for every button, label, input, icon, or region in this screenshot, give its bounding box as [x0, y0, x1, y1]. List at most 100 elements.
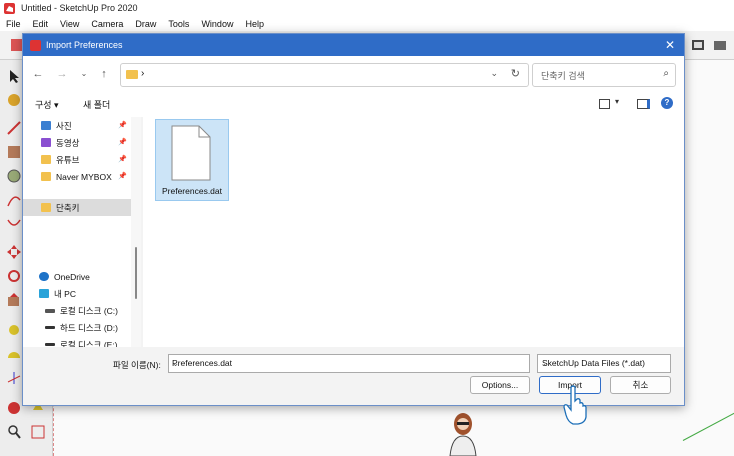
zoom-extents-icon[interactable]: [30, 424, 46, 440]
import-dialog: Import Preferences ✕ ← → ⌄ ↑ › ⌄ ↻ ⌕ 구성 …: [22, 33, 685, 406]
folder-icon: [126, 70, 138, 79]
nav-item-naver-mybox[interactable]: Naver MYBOX 📌: [23, 168, 131, 185]
menu-edit[interactable]: Edit: [27, 19, 55, 29]
pin-icon: 📌: [118, 173, 127, 180]
chevron-down-icon[interactable]: ⌄: [542, 358, 666, 369]
menu-view[interactable]: View: [54, 19, 85, 29]
axes-tool-icon[interactable]: [6, 370, 22, 386]
paint-bucket-icon[interactable]: [6, 92, 22, 108]
nav-item-drive-d[interactable]: 하드 디스크 (D:): [23, 319, 131, 336]
move-tool-icon[interactable]: [6, 244, 22, 260]
menu-camera[interactable]: Camera: [85, 19, 129, 29]
forward-arrow-icon[interactable]: →: [55, 67, 69, 81]
app-menubar: File Edit View Camera Draw Tools Window …: [0, 16, 734, 31]
menu-window[interactable]: Window: [195, 19, 239, 29]
drive-icon: [45, 308, 55, 313]
dialog-titlebar: Import Preferences ✕: [23, 34, 684, 56]
dialog-title: Import Preferences: [46, 40, 123, 50]
zoom-tool-icon[interactable]: [6, 424, 22, 440]
back-arrow-icon[interactable]: ←: [31, 67, 45, 81]
nav-scrollbar-thumb[interactable]: [135, 247, 137, 299]
toolbar-top-view-icon[interactable]: [712, 37, 728, 53]
nav-item-label: 사진: [56, 120, 72, 131]
address-bar[interactable]: › ⌄ ↻: [120, 63, 529, 87]
onedrive-icon: [39, 272, 49, 281]
scale-figure-icon: [449, 413, 477, 456]
drive-icon: [45, 343, 55, 346]
nav-item-label: 동영상: [56, 137, 80, 148]
folder-icon: [41, 172, 51, 181]
nav-item-shortcuts[interactable]: 단축키: [23, 199, 131, 216]
nav-item-photos[interactable]: 사진 📌: [23, 117, 131, 134]
navigation-pane: 사진 📌 동영상 📌 유튜브 📌 Naver MYBOX 📌 단축키 OneDr…: [23, 117, 141, 347]
search-icon[interactable]: ⌕: [663, 68, 669, 79]
app-titlebar: Untitled - SketchUp Pro 2020: [0, 0, 734, 16]
menu-file[interactable]: File: [0, 19, 27, 29]
menu-tools[interactable]: Tools: [162, 19, 195, 29]
toolbar-iso-view-icon[interactable]: [690, 37, 706, 53]
view-dropdown-icon[interactable]: ▾: [615, 97, 619, 106]
nav-item-label: 단축키: [56, 202, 80, 213]
sketchup-dialog-icon: [30, 39, 41, 51]
tape-measure-icon[interactable]: [6, 322, 22, 338]
nav-item-label: 내 PC: [54, 288, 76, 299]
file-list-pane[interactable]: Preferences.dat: [143, 117, 684, 347]
arc-tool-icon[interactable]: [6, 192, 22, 208]
help-icon[interactable]: ?: [661, 97, 673, 109]
folder-icon: [41, 155, 51, 164]
chevron-down-icon[interactable]: ⌄: [490, 68, 498, 79]
recent-dropdown-icon[interactable]: ⌄: [77, 67, 91, 81]
up-arrow-icon[interactable]: ↑: [97, 67, 111, 81]
rotate-tool-icon[interactable]: [6, 268, 22, 284]
push-pull-icon[interactable]: [6, 292, 22, 308]
menu-draw[interactable]: Draw: [129, 19, 162, 29]
new-folder-button[interactable]: 새 폴더: [83, 98, 110, 111]
orbit-tool-icon[interactable]: [6, 400, 22, 416]
pin-icon: 📌: [118, 156, 127, 163]
drive-icon: [45, 326, 55, 329]
nav-item-label: Naver MYBOX: [56, 171, 112, 182]
rectangle-tool-icon[interactable]: [6, 144, 22, 160]
view-mode-icon[interactable]: [599, 99, 610, 109]
options-button[interactable]: Options...: [470, 376, 530, 394]
photos-icon: [41, 121, 51, 130]
filename-field[interactable]: Preferences.dat ⌄: [168, 354, 530, 373]
file-icon: [171, 125, 211, 181]
preview-pane-icon[interactable]: [637, 99, 650, 109]
nav-item-onedrive[interactable]: OneDrive: [23, 268, 131, 285]
navigation-bar: ← → ⌄ ↑ › ⌄ ↻ ⌕: [23, 56, 684, 92]
command-bar: 구성 ▾ 새 폴더 ▾ ?: [23, 92, 684, 117]
circle-tool-icon[interactable]: [6, 168, 22, 184]
cancel-button[interactable]: 취소: [610, 376, 671, 394]
hand-cursor-icon: [563, 385, 587, 425]
sketchup-logo-icon: [4, 2, 15, 14]
nav-item-this-pc[interactable]: 내 PC: [23, 285, 131, 302]
pc-icon: [39, 289, 49, 298]
address-path: ›: [141, 68, 145, 79]
offset-tool-icon[interactable]: [6, 216, 22, 232]
menu-help[interactable]: Help: [239, 19, 270, 29]
nav-scrollbar[interactable]: [131, 117, 141, 347]
select-tool-icon[interactable]: [6, 68, 22, 84]
nav-item-label: OneDrive: [54, 271, 90, 282]
nav-item-label: 로컬 디스크 (E:): [60, 339, 118, 348]
nav-item-label: 하드 디스크 (D:): [60, 322, 118, 333]
nav-item-drive-e[interactable]: 로컬 디스크 (E:): [23, 336, 131, 347]
nav-item-drive-c[interactable]: 로컬 디스크 (C:): [23, 302, 131, 319]
close-icon[interactable]: ✕: [662, 37, 678, 53]
refresh-icon[interactable]: ↻: [511, 67, 520, 80]
nav-item-label: 유튜브: [56, 154, 80, 165]
protractor-icon[interactable]: [6, 346, 22, 362]
nav-item-youtube[interactable]: 유튜브 📌: [23, 151, 131, 168]
nav-item-label: 로컬 디스크 (C:): [60, 305, 118, 316]
search-box[interactable]: ⌕: [532, 63, 676, 87]
green-axis-line: [682, 383, 734, 441]
organize-button[interactable]: 구성 ▾: [35, 98, 59, 111]
pin-icon: 📌: [118, 122, 127, 129]
line-tool-icon[interactable]: [6, 120, 22, 136]
chevron-down-icon[interactable]: ⌄: [172, 358, 525, 369]
file-type-select[interactable]: SketchUp Data Files (*.dat) ⌄: [537, 354, 671, 373]
file-item[interactable]: Preferences.dat: [155, 119, 229, 201]
search-input[interactable]: [539, 67, 653, 84]
nav-item-videos[interactable]: 동영상 📌: [23, 134, 131, 151]
